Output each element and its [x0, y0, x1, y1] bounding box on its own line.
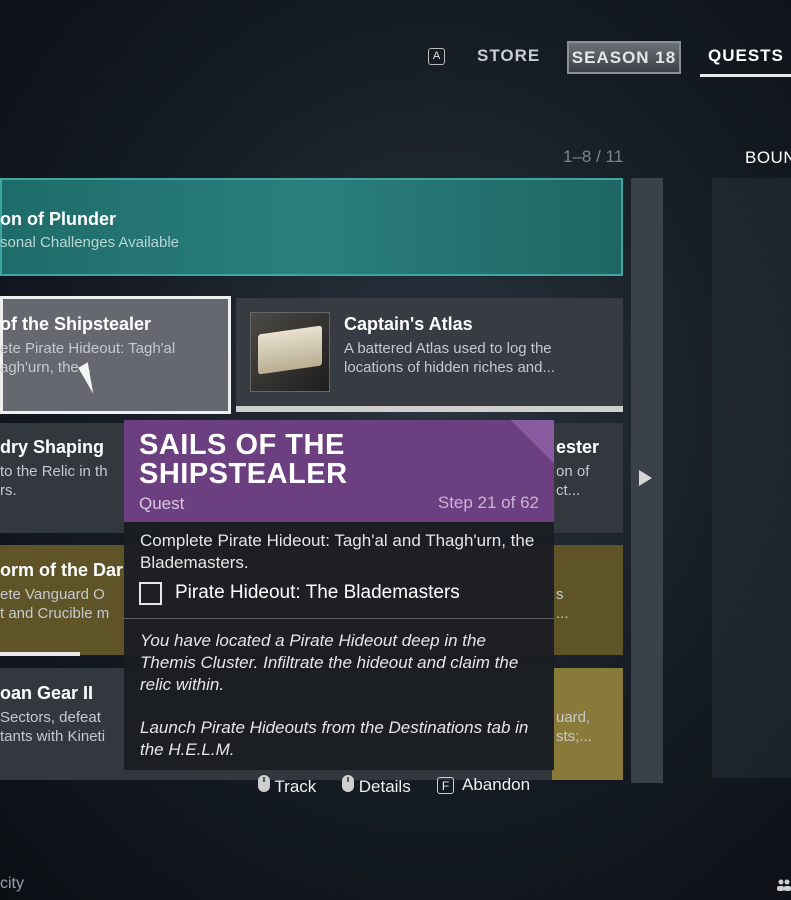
tooltip-step: Step 21 of 62: [437, 493, 539, 512]
tab-bounties[interactable]: BOUN: [745, 148, 791, 168]
details-action[interactable]: Details: [342, 775, 411, 799]
quest-card-desc: ete Pirate Hideout: Tagh'al agh'urn, the…: [0, 340, 176, 376]
fireteam-icon: [777, 878, 791, 891]
bounties-panel: [712, 178, 791, 778]
atlas-title: Captain's Atlas: [344, 314, 473, 334]
progress-bar: [236, 406, 623, 412]
row3-left-desc1: to the Relic in th: [0, 463, 108, 480]
row5-left-desc1: Sectors, defeat: [0, 709, 101, 726]
row3-left-title: dry Shaping: [0, 437, 105, 457]
mouse-left-icon: [258, 775, 270, 792]
next-page-arrow-icon[interactable]: [639, 470, 652, 486]
tooltip-title: SAILS OF THE SHIPSTEALER: [139, 429, 348, 490]
row5-left-title: oan Gear II: [0, 683, 94, 703]
details-label: Details: [358, 777, 411, 796]
active-tab-indicator: [700, 74, 791, 77]
f-key-icon: F: [437, 777, 454, 794]
abandon-action[interactable]: F Abandon: [437, 775, 530, 799]
abandon-label: Abandon: [462, 775, 531, 794]
objective-label: Pirate Hideout: The Blademasters: [175, 582, 460, 603]
row5-right-desc1: uard,: [556, 709, 591, 726]
tooltip-lore: You have located a Pirate Hideout deep i…: [140, 631, 519, 694]
row4-left-title: orm of the Dar: [0, 560, 124, 580]
tab-store[interactable]: STORE: [477, 46, 540, 66]
row3-right-desc2: ct...: [556, 482, 581, 499]
track-label: Track: [274, 777, 317, 796]
tooltip-lore-hint: Launch Pirate Hideouts from the Destinat…: [140, 718, 529, 759]
row4-right-desc1: s: [556, 586, 564, 603]
row4-left-desc1: ete Vanguard O: [0, 586, 105, 603]
page-counter: 1–8 / 11: [563, 147, 624, 166]
atlas-desc: A battered Atlas used to log the locatio…: [344, 340, 555, 376]
season-card-subtitle: sonal Challenges Available: [0, 234, 180, 251]
divider: [124, 618, 554, 619]
track-action[interactable]: Track: [258, 775, 316, 799]
tab-season-18[interactable]: SEASON 18: [567, 41, 681, 74]
progress-bar: [0, 652, 80, 656]
row5-right-desc2: sts;...: [556, 728, 592, 745]
tooltip-objective: Complete Pirate Hideout: Tagh'al and Tha…: [140, 531, 535, 572]
row5-left-desc2: tants with Kineti: [0, 728, 106, 745]
objective-checkbox: [139, 582, 162, 605]
mouse-right-icon: [342, 775, 354, 792]
footer-location: city: [0, 875, 24, 892]
row4-right-desc2: ...: [556, 605, 569, 622]
a-key-icon: A: [428, 48, 445, 65]
row3-right-title: ester: [556, 437, 600, 457]
seasonal-corner-icon: [510, 420, 554, 464]
row4-left-desc2: t and Crucible m: [0, 605, 110, 622]
season-card-title: on of Plunder: [0, 209, 116, 229]
row3-right-desc1: on of: [556, 463, 590, 480]
tab-quests[interactable]: QUESTS: [708, 46, 784, 66]
quest-card-title: of the Shipstealer: [0, 314, 152, 334]
tooltip-type: Quest: [139, 494, 185, 513]
row3-left-desc2: rs.: [0, 482, 17, 499]
